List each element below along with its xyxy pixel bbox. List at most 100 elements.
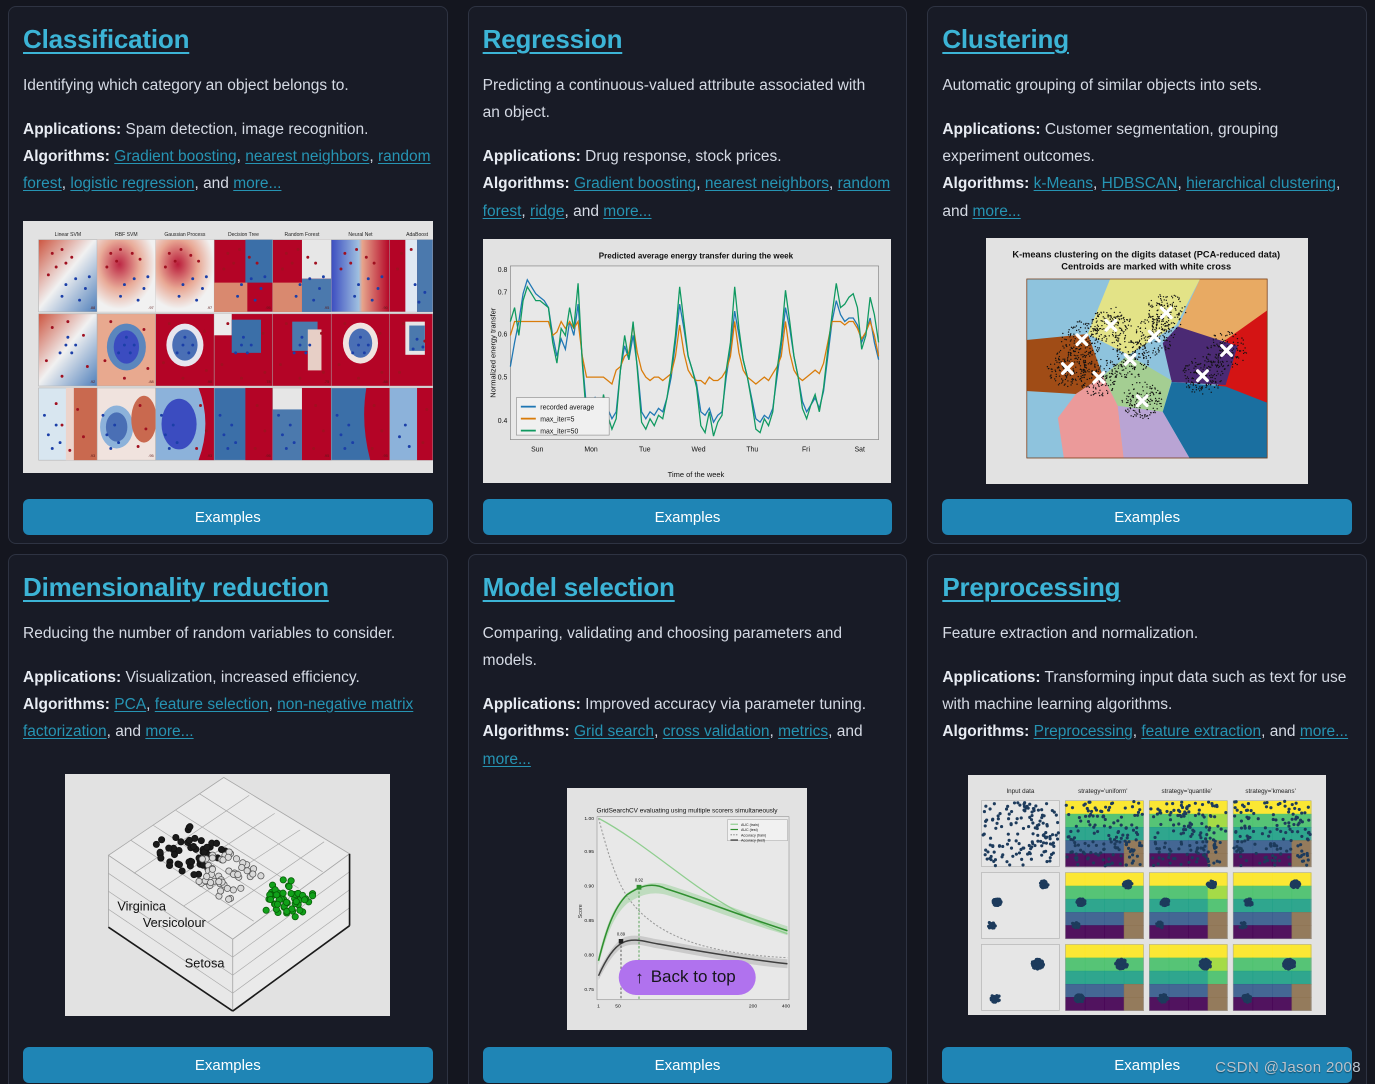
- kbins-cell-r0-c0: [981, 800, 1061, 868]
- algorithms-label: Algorithms:: [942, 723, 1030, 741]
- more-link[interactable]: more...: [603, 203, 651, 220]
- kbins-point: [1212, 845, 1217, 849]
- kbins-point: [1035, 824, 1040, 828]
- kbins-point: [1006, 832, 1011, 836]
- kbins-cell-r1-c0: [981, 872, 1060, 939]
- chart-title-line2: Centroids are marked with white cross: [1061, 261, 1231, 271]
- figure-energy-transfer[interactable]: Predicted average energy transfer during…: [483, 231, 893, 491]
- examples-button-clustering[interactable]: Examples: [942, 499, 1352, 535]
- figure-iris-3d[interactable]: Virginica Versicolour Setosa: [23, 752, 433, 1040]
- kbins-point: [1284, 966, 1288, 971]
- kbins-point: [989, 836, 993, 841]
- kbins-point: [1076, 843, 1081, 847]
- chart-legend: recorded average max_iter=5 max_iter=50: [516, 397, 610, 435]
- more-link[interactable]: more...: [145, 723, 193, 740]
- kbins-point: [1191, 828, 1195, 833]
- algorithm-link[interactable]: ridge: [530, 203, 564, 220]
- card-title-classification[interactable]: Classification: [23, 24, 433, 55]
- algorithm-link[interactable]: PCA: [114, 696, 146, 713]
- kbins-point: [1031, 960, 1035, 964]
- figure-kmeans[interactable]: K-means clustering on the digits dataset…: [942, 231, 1352, 491]
- xtick: Wed: [692, 446, 706, 453]
- algorithm-link[interactable]: hierarchical clustering: [1186, 175, 1336, 192]
- algorithm-link[interactable]: cross validation: [663, 723, 770, 740]
- kbins-point: [1165, 810, 1169, 814]
- topic-card-model-selection[interactable]: Model selection Comparing, validating an…: [467, 554, 908, 1084]
- card-title-model-selection[interactable]: Model selection: [483, 572, 893, 603]
- kbins-point: [1000, 825, 1004, 829]
- kbins-point: [1243, 824, 1247, 828]
- kbins-point: [1294, 879, 1299, 883]
- topic-card-regression[interactable]: Regression Predicting a continuous-value…: [467, 6, 908, 544]
- card-title-regression[interactable]: Regression: [483, 24, 893, 55]
- kbins-point: [1195, 847, 1199, 852]
- kbins-point: [1044, 849, 1048, 854]
- kbins-point: [1240, 819, 1244, 823]
- algorithm-link[interactable]: nearest neighbors: [245, 148, 369, 165]
- iris-point-virginica: [153, 841, 161, 849]
- kbins-point: [995, 822, 999, 826]
- algorithm-link[interactable]: logistic regression: [70, 175, 194, 192]
- algorithm-link[interactable]: feature extraction: [1141, 723, 1261, 740]
- more-link[interactable]: more...: [233, 175, 281, 192]
- algorithm-link[interactable]: Gradient boosting: [114, 148, 236, 165]
- kbins-point: [1131, 805, 1135, 809]
- kbins-point: [1166, 997, 1170, 1001]
- kbins-point: [1073, 997, 1077, 1001]
- figure-kbins[interactable]: Input data strategy='uniform' strategy='…: [942, 752, 1352, 1040]
- kbins-point: [1300, 835, 1304, 839]
- card-title-clustering[interactable]: Clustering: [942, 24, 1352, 55]
- kbins-point: [1183, 810, 1187, 814]
- chart-legend: AUC (train) AUC (test) Accuracy (train) …: [727, 819, 789, 842]
- kbins-point: [1159, 823, 1163, 827]
- examples-button-dimensionality-reduction[interactable]: Examples: [23, 1047, 433, 1083]
- topic-card-dimensionality-reduction[interactable]: Dimensionality reduction Reducing the nu…: [8, 554, 448, 1084]
- svg-text:.92: .92: [90, 379, 95, 384]
- algorithm-link[interactable]: HDBSCAN: [1102, 175, 1178, 192]
- kbins-point: [1056, 821, 1060, 825]
- algorithm-link[interactable]: Grid search: [574, 723, 654, 740]
- back-to-top-label: Back to top: [650, 967, 736, 986]
- more-link[interactable]: more...: [1300, 723, 1348, 740]
- kbins-point: [1242, 923, 1246, 928]
- card-title-dimensionality-reduction[interactable]: Dimensionality reduction: [23, 572, 433, 603]
- back-to-top-button[interactable]: ↑ Back to top: [619, 960, 756, 995]
- kbins-point: [1202, 967, 1207, 971]
- col-label: strategy='uniform': [1078, 788, 1127, 795]
- topic-card-clustering[interactable]: Clustering Automatic grouping of similar…: [927, 6, 1367, 544]
- kbins-point: [1042, 833, 1046, 837]
- algorithm-link[interactable]: Gradient boosting: [574, 175, 696, 192]
- topic-card-preprocessing[interactable]: Preprocessing Feature extraction and nor…: [927, 554, 1367, 1084]
- examples-button-preprocessing[interactable]: Examples: [942, 1047, 1352, 1083]
- svg-text:Gaussian Process: Gaussian Process: [164, 232, 206, 238]
- topic-card-classification[interactable]: Classification Identifying which categor…: [8, 6, 448, 544]
- examples-button-regression[interactable]: Examples: [482, 499, 893, 535]
- card-title-preprocessing[interactable]: Preprocessing: [942, 572, 1352, 603]
- figure-classifier-comparison[interactable]: Linear SVM RBF SVM Gaussian Process Deci…: [23, 204, 433, 492]
- kbins-point: [1186, 825, 1191, 829]
- examples-button-classification[interactable]: Examples: [23, 499, 433, 535]
- kbins-point: [1010, 846, 1014, 850]
- kbins-point: [1123, 964, 1127, 968]
- kbins-point: [1289, 847, 1293, 851]
- algorithm-link[interactable]: Preprocessing: [1034, 723, 1133, 740]
- kbins-point: [984, 804, 988, 809]
- algorithm-link[interactable]: nearest neighbors: [705, 175, 829, 192]
- kbins-point: [1001, 845, 1005, 849]
- more-link[interactable]: more...: [483, 751, 531, 768]
- kbins-point: [1283, 804, 1287, 808]
- card-meta: Applications: Spam detection, image reco…: [23, 116, 433, 197]
- kbins-point: [1182, 824, 1187, 829]
- examples-button-model-selection[interactable]: Examples: [482, 1047, 893, 1083]
- algorithm-link[interactable]: metrics: [778, 723, 828, 740]
- kbins-point: [1300, 811, 1304, 815]
- kbins-point: [1022, 827, 1026, 831]
- algorithm-link[interactable]: feature selection: [155, 696, 269, 713]
- kbins-point: [1102, 842, 1106, 846]
- kbins-point: [1056, 837, 1060, 841]
- figure-gridsearch[interactable]: GridSearchCV evaluating using multiple s…: [483, 779, 893, 1039]
- kbins-point: [1033, 844, 1037, 848]
- algorithm-link[interactable]: k-Means: [1034, 175, 1093, 192]
- kbins-point: [1204, 825, 1209, 829]
- more-link[interactable]: more...: [973, 203, 1021, 220]
